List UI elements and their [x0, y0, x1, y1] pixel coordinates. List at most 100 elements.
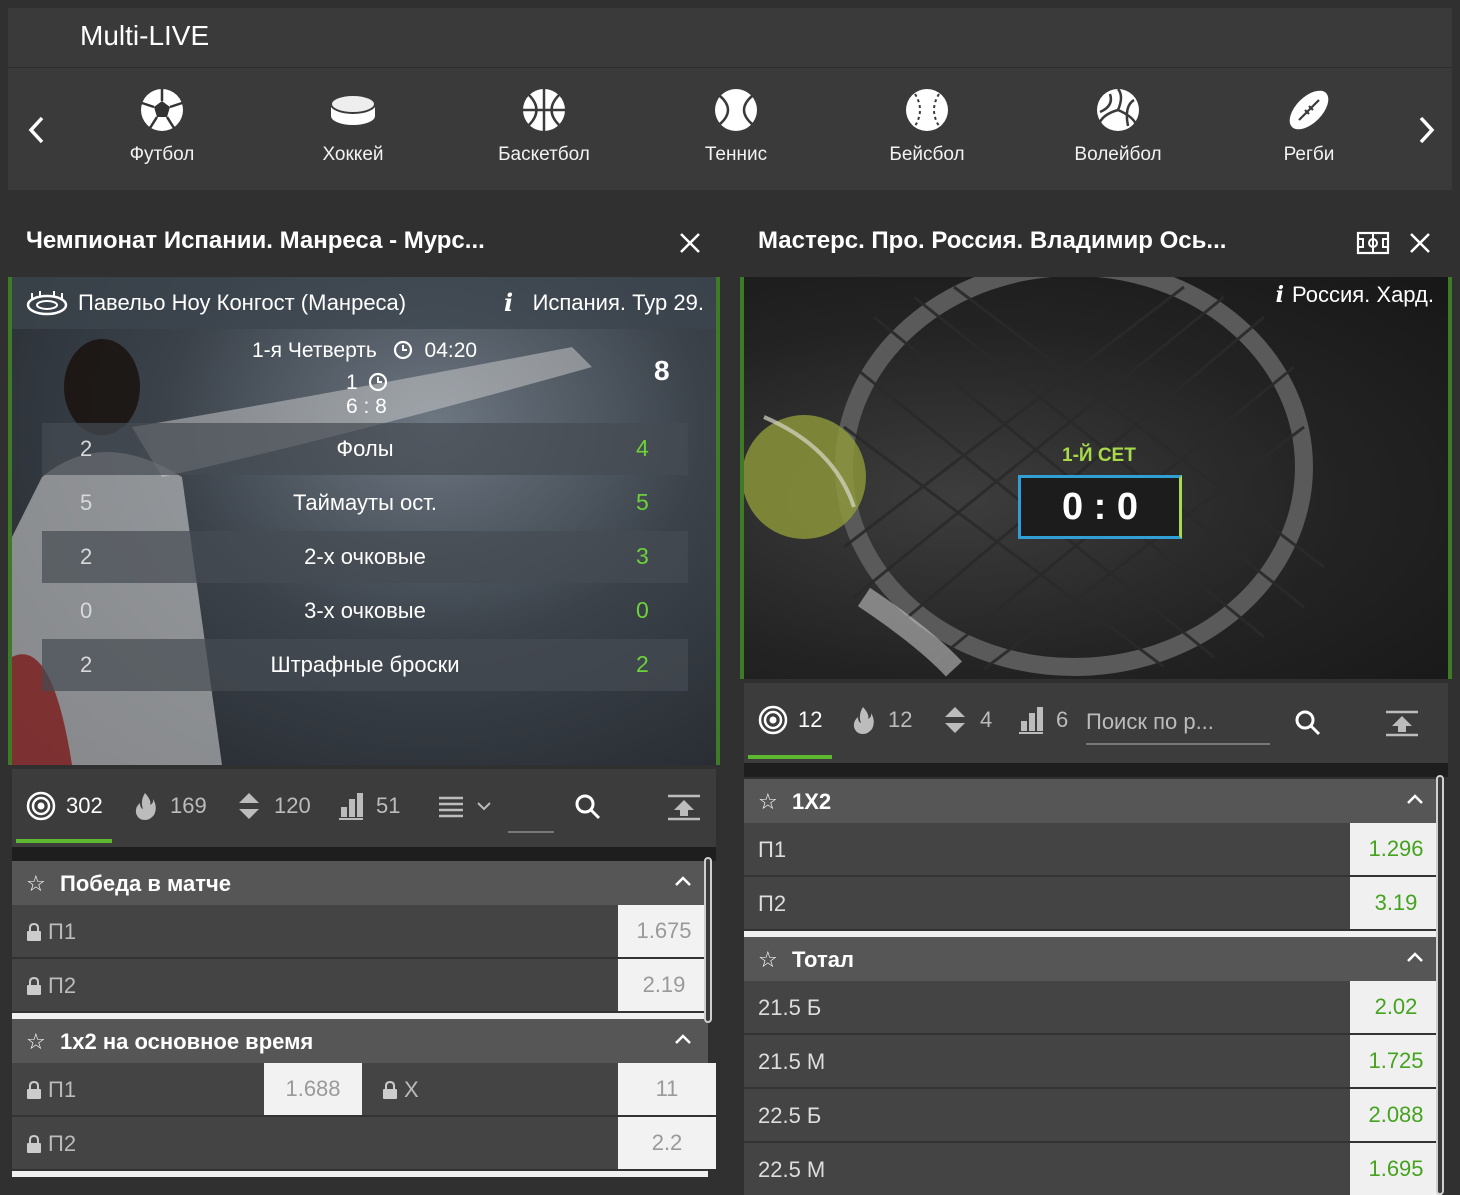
stat-row: 2 2-х очковые 3 — [42, 531, 688, 583]
odds-cell[interactable]: 2.088 — [1350, 1089, 1442, 1141]
stat-row: 5 Таймауты ост. 5 — [80, 489, 649, 515]
market-header[interactable]: ☆ Тотал — [744, 937, 1440, 981]
flame-icon — [135, 793, 156, 820]
set-score: 0 : 0 — [1018, 475, 1182, 539]
odds-cell[interactable]: 1.688 — [264, 1063, 362, 1115]
sort-arrows-icon — [945, 707, 965, 733]
collapse-all-icon[interactable] — [1384, 709, 1420, 737]
tab-totals[interactable]: 4 — [940, 705, 992, 735]
app-title: Multi-LIVE — [80, 20, 210, 51]
odds-cell[interactable]: 1.695 — [1350, 1143, 1442, 1195]
market-match-winner: ☆ Победа в матче П1 1.675 П2 2.19 ☆ 1x2 … — [12, 861, 716, 1177]
odds-cell[interactable]: 1.725 — [1350, 1035, 1442, 1087]
chevron-up-icon — [1407, 794, 1423, 804]
sport-item-rugby[interactable]: Регби — [1249, 86, 1369, 166]
lock-icon — [383, 1081, 397, 1099]
stadium-icon — [26, 291, 68, 316]
star-icon[interactable]: ☆ — [758, 789, 778, 815]
tab-all-markets[interactable]: 12 — [758, 705, 822, 735]
close-icon[interactable] — [678, 231, 702, 255]
sort-arrows-icon — [239, 793, 259, 819]
odds-cell[interactable]: 1.296 — [1350, 823, 1442, 875]
sport-label: Хоккей — [322, 144, 384, 165]
scrollbar[interactable] — [704, 857, 712, 1023]
market-header[interactable]: ☆ 1X2 — [744, 779, 1440, 823]
baseball-icon — [906, 89, 948, 131]
star-icon[interactable]: ☆ — [26, 1029, 46, 1055]
match-title: Мастерс. Про. Россия. Владимир Ось... — [758, 227, 1227, 254]
sport-label: Баскетбол — [498, 144, 590, 165]
search-underline — [508, 831, 554, 833]
chevron-up-icon — [1407, 952, 1423, 962]
bet-row: П1 1.296 — [744, 823, 1442, 877]
sport-item-baseball[interactable]: Бейсбол — [867, 86, 987, 166]
market-filter-tabs: 302 169 120 51 — [12, 769, 716, 847]
bar-chart-icon — [339, 793, 363, 820]
venue-bar: Павельо Ноу Конгост (Манреса) i Испания.… — [12, 277, 716, 329]
tab-all-markets[interactable]: 302 — [26, 791, 103, 821]
bet-row: 21.5 М 1.725 — [744, 1035, 1442, 1089]
field-view-icon[interactable] — [1356, 231, 1390, 255]
sport-item-basketball[interactable]: Баскетбол — [484, 86, 604, 166]
sport-item-volleyball[interactable]: Волейбол — [1058, 86, 1178, 166]
sport-item-tennis[interactable]: Теннис — [676, 86, 796, 166]
app-header: Multi-LIVE — [8, 8, 1452, 68]
market-header[interactable]: ☆ Победа в матче — [12, 861, 708, 905]
odds-cell[interactable]: 2.2 — [618, 1117, 716, 1169]
odds-cell[interactable]: 2.02 — [1350, 981, 1442, 1033]
target-icon — [758, 705, 788, 735]
bet-row: П1 1.675 — [12, 905, 710, 959]
lock-icon — [27, 1135, 41, 1153]
match-panel-basketball: Чемпионат Испании. Манреса - Мурс... Пав… — [8, 205, 720, 1195]
lock-icon — [27, 923, 41, 941]
sport-label: Регби — [1283, 144, 1335, 165]
venue-name: Павельо Ноу Конгост (Манреса) — [78, 290, 407, 315]
market-separator — [12, 1171, 708, 1177]
star-icon[interactable]: ☆ — [26, 871, 46, 897]
period-label: 1-я Четверть — [252, 339, 377, 362]
carousel-next-button[interactable] — [1411, 113, 1441, 147]
basketball-scoreboard: Павельо Ноу Конгост (Манреса) i Испания.… — [8, 277, 720, 765]
hockey-puck-icon — [330, 94, 376, 125]
star-icon[interactable]: ☆ — [758, 947, 778, 973]
match-panel-tennis: Мастерс. Про. Россия. Владимир Ось... iР… — [740, 205, 1452, 1195]
tournament-location: i Россия. Хард. — [1275, 282, 1434, 308]
chevron-up-icon — [675, 876, 691, 886]
panel-header: Чемпионат Испании. Манреса - Мурс... — [8, 205, 720, 277]
carousel-prev-button[interactable] — [22, 113, 52, 147]
stat-row: 2 Штрафные броски 2 — [42, 639, 688, 691]
tab-statistics[interactable]: 6 — [1016, 705, 1068, 735]
search-icon[interactable] — [1294, 709, 1322, 737]
list-view-dropdown[interactable] — [436, 791, 492, 821]
close-icon[interactable] — [1408, 231, 1432, 255]
info-icon[interactable]: i — [504, 288, 513, 317]
active-tab-indicator — [16, 839, 112, 843]
chevron-down-icon — [477, 802, 491, 811]
market-filter-tabs: 12 12 4 6 — [744, 683, 1448, 763]
side-score: 8 — [654, 355, 670, 386]
tab-statistics[interactable]: 51 — [336, 791, 400, 821]
odds-cell[interactable]: 11 — [618, 1063, 716, 1115]
odds-cell[interactable]: 3.19 — [1350, 877, 1442, 929]
odds-cell[interactable]: 2.19 — [618, 959, 710, 1011]
scrollbar[interactable] — [1436, 775, 1444, 1195]
stat-row: 2 Фолы 4 — [42, 423, 688, 475]
set-label: 1-Й СЕТ — [1062, 445, 1136, 466]
collapse-all-icon[interactable] — [666, 793, 702, 821]
sport-label: Бейсбол — [889, 144, 965, 165]
tab-totals[interactable]: 120 — [234, 791, 311, 821]
lock-icon — [27, 977, 41, 995]
tab-hot-markets[interactable]: 169 — [130, 791, 207, 821]
bet-row: 21.5 Б 2.02 — [744, 981, 1442, 1035]
odds-cell[interactable]: 1.675 — [618, 905, 710, 957]
bet-row: П2 2.2 — [12, 1117, 716, 1171]
search-icon[interactable] — [574, 793, 602, 821]
sport-item-hockey[interactable]: Хоккей — [293, 86, 413, 166]
market-search-input[interactable] — [1086, 701, 1270, 745]
market-header[interactable]: ☆ 1x2 на основное время — [12, 1019, 708, 1063]
sport-item-football[interactable]: Футбол — [102, 86, 222, 166]
period-line: 1-я Четверть 04:20 — [252, 339, 477, 363]
tab-hot-markets[interactable]: 12 — [848, 705, 912, 735]
info-icon[interactable]: i — [1276, 282, 1284, 308]
match-title: Чемпионат Испании. Манреса - Мурс... — [26, 227, 485, 254]
